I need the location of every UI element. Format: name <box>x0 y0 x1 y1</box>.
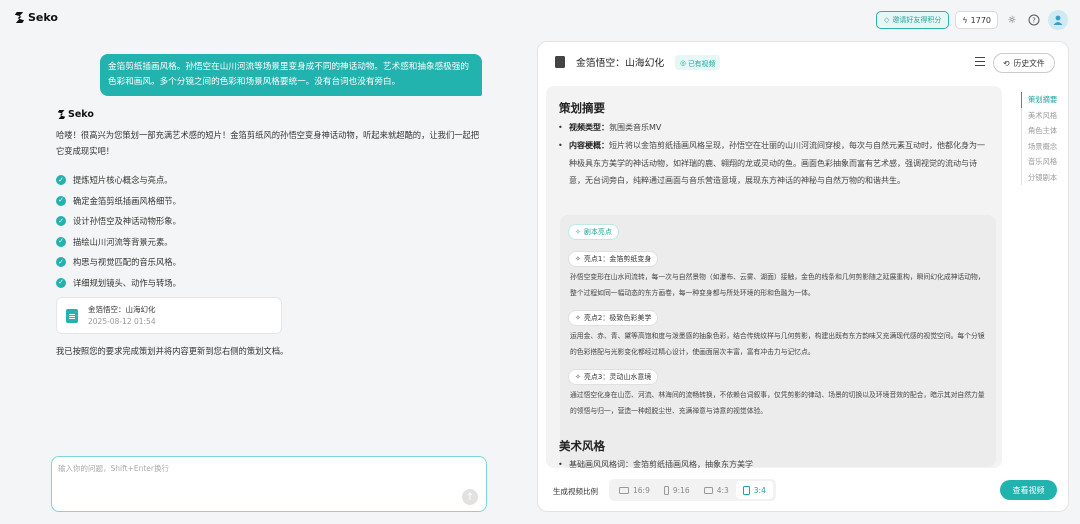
ratio-option-9-16[interactable]: 9:16 <box>657 481 697 499</box>
plan-document-panel: 金箔悟空：山海幻化 ◎ 已有视频 ⟲ 历史文件 策划摘要 视频类型：氛围类音乐M… <box>537 41 1069 512</box>
checklist-item: ✓ 设计孙悟空及神话动物形象。 <box>56 211 181 232</box>
highlight-text: 运用金、赤、青、黛等高饱和度与泼墨感的抽象色彩，结合传统纹样与几何剪影，构建出既… <box>570 332 985 356</box>
ratio-option-4-3[interactable]: 4:3 <box>697 481 736 499</box>
user-icon <box>1053 15 1063 25</box>
sparkle-icon: ✧ <box>575 228 581 236</box>
panel-title: 金箔悟空：山海幻化 <box>576 58 665 69</box>
script-highlights-box: ✧ 剧本亮点 ✧ 亮点1：金箔剪纸变身 孙悟空变形在山水间流转，每一次与自然景物… <box>560 215 996 467</box>
ratio-shape-icon <box>619 486 629 494</box>
status-badge: ◎ 已有视频 <box>675 55 721 70</box>
document-icon <box>66 308 78 323</box>
checklist-item: ✓ 提炼短片核心概念与亮点。 <box>56 170 181 191</box>
highlight-title: ✧ 亮点3：灵动山水意境 <box>568 369 659 385</box>
video-status-icon: ◎ <box>680 58 686 67</box>
checklist-item: ✓ 详细规划镜头、动作与转场。 <box>56 273 181 294</box>
sparkle-icon: ✧ <box>575 314 581 322</box>
svg-text:?: ? <box>1032 17 1036 25</box>
user-message: 金箔剪纸插画风格。孙悟空在山川河流等场景里变身成不同的神话动物。艺术感和抽象感极… <box>100 54 482 96</box>
checklist-item: ✓ 构思与视觉匹配的音乐风格。 <box>56 252 181 273</box>
aspect-ratio-selector: 16:9 9:16 4:3 3:4 <box>609 479 776 501</box>
highlights-tag: ✧ 剧本亮点 <box>568 224 619 240</box>
check-icon: ✓ <box>56 257 66 268</box>
avatar[interactable] <box>1048 10 1068 30</box>
section-heading-summary: 策划摘要 <box>559 101 605 115</box>
document-date: 2025-08-12 01:54 <box>88 316 156 326</box>
brand-name: Seko <box>28 11 58 24</box>
arrow-up-icon: ↑ <box>465 491 475 503</box>
highlight-text: 孙悟空变形在山水间流转，每一次与自然景物（如瀑布、云雾、湖面）接触，金色的线条和… <box>570 273 985 297</box>
chat-input[interactable] <box>58 463 458 483</box>
app-logo[interactable]: Seko <box>14 11 58 24</box>
video-type-bullet: 视频类型：氛围类音乐MV <box>558 119 989 137</box>
ratio-shape-icon <box>742 485 750 495</box>
assistant-name: Seko <box>68 109 94 120</box>
send-button[interactable]: ↑ <box>462 489 478 505</box>
panel-header: 金箔悟空：山海幻化 ◎ 已有视频 ⟲ 历史文件 <box>538 42 1068 82</box>
toc-item[interactable]: 分镜剧本 <box>1021 169 1057 185</box>
toc-item[interactable]: 美术风格 <box>1021 107 1057 123</box>
check-icon: ✓ <box>56 236 66 247</box>
assistant-intro: 哈喽！很高兴为您策划一部充满艺术感的短片！金箔剪纸风的孙悟空变身神话动物，听起来… <box>56 130 480 156</box>
history-button[interactable]: ⟲ 历史文件 <box>993 53 1055 73</box>
document-content: 策划摘要 视频类型：氛围类音乐MV 内容梗概：短片将以金箔剪纸插画风格呈现，孙悟… <box>546 86 1002 468</box>
sparkle-icon: ✧ <box>575 373 581 381</box>
document-icon <box>555 56 565 68</box>
check-icon: ✓ <box>56 195 66 206</box>
credits-count: 1770 <box>970 15 991 25</box>
section-heading-art-style: 美术风格 <box>559 439 605 453</box>
diamond-icon: ◇ <box>883 16 890 24</box>
task-checklist: ✓ 提炼短片核心概念与亮点。 ✓ 确定金箔剪纸插画风格细节。 ✓ 设计孙悟空及神话动物… <box>56 170 181 293</box>
document-card[interactable]: 金箔悟空：山海幻化 2025-08-12 01:54 <box>56 297 282 334</box>
content-summary-bullet: 内容梗概：短片将以金箔剪纸插画风格呈现，孙悟空在壮丽的山川河流间穿梭，每次与自然… <box>558 137 991 190</box>
check-icon: ✓ <box>56 216 66 227</box>
ratio-label: 生成视频比例 <box>553 487 598 496</box>
toc-item[interactable]: 角色主体 <box>1021 123 1057 139</box>
assistant-header: Seko <box>57 109 94 120</box>
toc-item[interactable]: 场景概念 <box>1021 138 1057 154</box>
top-bar: Seko ◇ 邀请好友得积分 ϟ 1770 ☼ ? <box>0 0 1080 38</box>
toc-item[interactable]: 策划摘要 <box>1021 92 1057 108</box>
document-title: 金箔悟空：山海幻化 <box>88 304 156 314</box>
check-icon: ✓ <box>56 175 66 186</box>
highlight-text: 通过悟空化身在山峦、河流、林海间的流畅转换，不依赖台词叙事，仅凭剪影的律动、场景… <box>570 391 985 415</box>
checklist-item: ✓ 确定金箔剪纸插画风格细节。 <box>56 191 181 212</box>
toc-item[interactable]: 音乐风格 <box>1021 154 1057 170</box>
ratio-shape-icon <box>703 486 713 494</box>
view-video-button[interactable]: 查看视频 <box>1000 480 1057 500</box>
history-icon: ⟲ <box>1003 58 1010 68</box>
seko-logo-icon <box>57 110 66 119</box>
chat-input-box[interactable]: ↑ <box>51 456 487 512</box>
seko-logo-icon <box>14 12 25 23</box>
lightning-icon: ϟ <box>962 15 968 25</box>
outline-toggle-icon[interactable] <box>975 57 985 66</box>
check-icon: ✓ <box>56 277 66 288</box>
sparkle-icon: ✧ <box>575 255 581 263</box>
help-icon[interactable]: ? <box>1026 12 1042 28</box>
credits-badge[interactable]: ϟ 1770 <box>955 11 998 29</box>
art-style-bullet: 基础画风风格词：金箔剪纸插画风格，抽象东方美学 <box>558 456 989 468</box>
ratio-shape-icon <box>663 485 669 495</box>
completion-message: 我已按照您的要求完成策划并将内容更新到您右侧的策划文档。 <box>56 346 289 356</box>
theme-toggle-icon[interactable]: ☼ <box>1004 12 1020 28</box>
invite-button[interactable]: ◇ 邀请好友得积分 <box>875 11 950 29</box>
checklist-item: ✓ 描绘山川河流等背景元素。 <box>56 232 181 253</box>
table-of-contents: 策划摘要 美术风格 角色主体 场景概念 音乐风格 分镜剧本 <box>1021 92 1057 185</box>
highlight-title: ✧ 亮点2：极致色彩美学 <box>568 310 659 326</box>
invite-label: 邀请好友得积分 <box>892 16 942 24</box>
highlight-title: ✧ 亮点1：金箔剪纸变身 <box>568 251 659 267</box>
ratio-option-3-4[interactable]: 3:4 <box>735 481 773 499</box>
ratio-option-16-9[interactable]: 16:9 <box>612 481 657 499</box>
